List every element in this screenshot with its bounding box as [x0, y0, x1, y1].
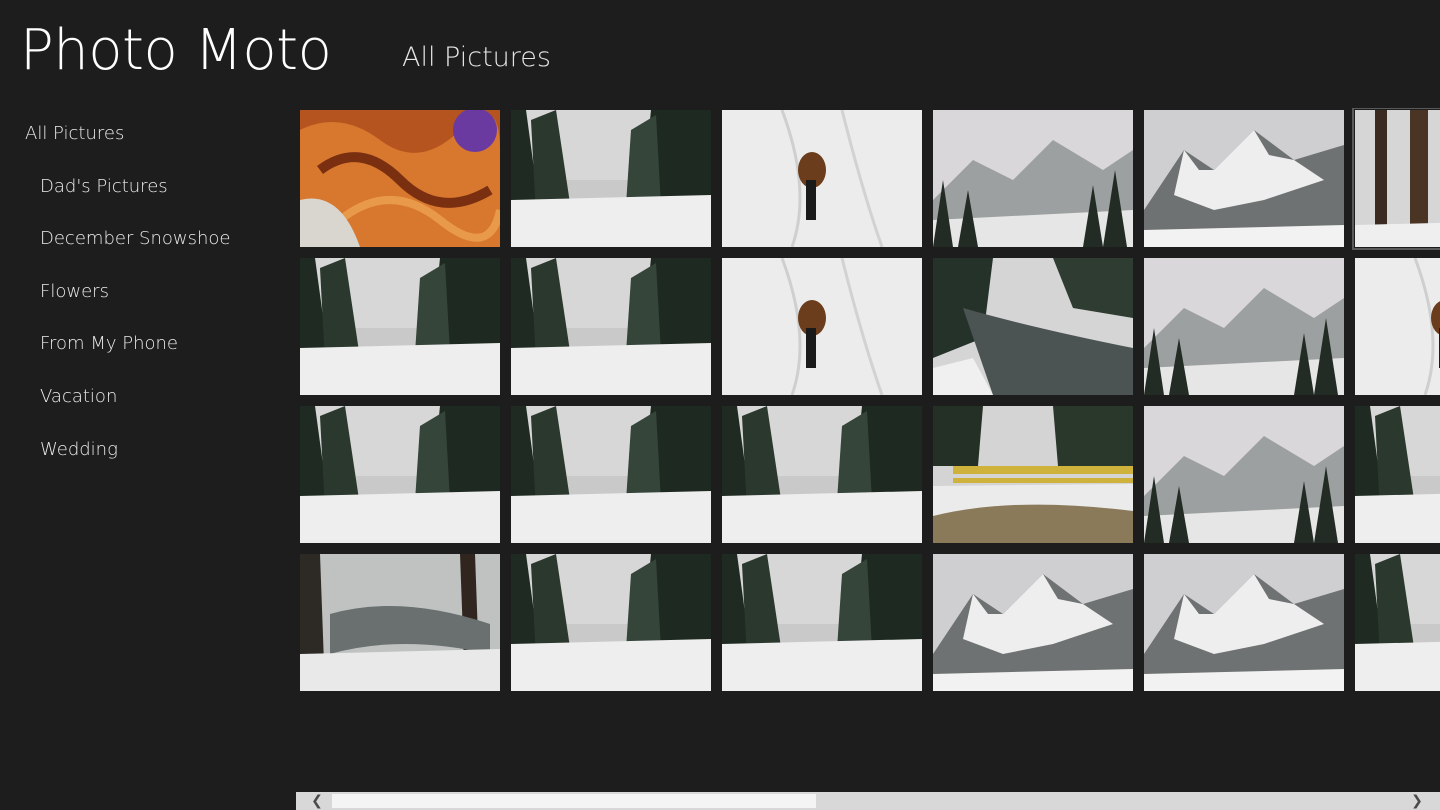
- chevron-left-icon[interactable]: ❮: [302, 792, 332, 810]
- photo-thumbnail[interactable]: [933, 258, 1133, 395]
- photo-thumbnail[interactable]: [1355, 258, 1440, 395]
- photo-thumbnail[interactable]: [933, 406, 1133, 543]
- photo-thumbnail[interactable]: [722, 110, 922, 247]
- sidebar: All Pictures Dad's Pictures December Sno…: [0, 108, 280, 528]
- photo-thumbnail[interactable]: [300, 554, 500, 691]
- app-window: Photo Moto All Pictures All Pictures Dad…: [0, 0, 1440, 810]
- page-title: All Pictures: [402, 42, 551, 73]
- photo-thumbnail[interactable]: [300, 406, 500, 543]
- photo-thumbnail[interactable]: [933, 110, 1133, 247]
- photo-thumbnail[interactable]: [933, 554, 1133, 691]
- sidebar-item-from-my-phone[interactable]: From My Phone: [0, 324, 300, 364]
- photo-thumbnail[interactable]: [1352, 108, 1440, 250]
- photo-thumbnail[interactable]: [300, 258, 500, 395]
- photo-thumbnail[interactable]: [1355, 406, 1440, 543]
- photo-thumbnail[interactable]: [511, 554, 711, 691]
- photo-thumbnail[interactable]: [511, 406, 711, 543]
- sidebar-item-december-snowshoe[interactable]: December Snowshoe: [0, 219, 300, 259]
- photo-thumbnail[interactable]: [722, 554, 922, 691]
- scrollbar-thumb[interactable]: [332, 794, 816, 808]
- photo-thumbnail[interactable]: [1144, 406, 1344, 543]
- sidebar-item-flowers[interactable]: Flowers: [0, 272, 300, 312]
- horizontal-scrollbar[interactable]: ❮ ❯: [296, 792, 1440, 810]
- photo-thumbnail[interactable]: [511, 258, 711, 395]
- photo-thumbnail[interactable]: [1355, 554, 1440, 691]
- photo-thumbnail[interactable]: [722, 406, 922, 543]
- photo-thumbnail[interactable]: [1144, 554, 1344, 691]
- sidebar-item-vacation[interactable]: Vacation: [0, 377, 300, 417]
- photo-thumbnail[interactable]: [300, 110, 500, 247]
- sidebar-item-all-pictures[interactable]: All Pictures: [0, 114, 285, 154]
- photo-thumbnail[interactable]: [511, 110, 711, 247]
- photo-thumbnail[interactable]: [1144, 258, 1344, 395]
- sidebar-item-wedding[interactable]: Wedding: [0, 430, 300, 470]
- app-title: Photo Moto: [20, 18, 332, 83]
- sidebar-item-dads-pictures[interactable]: Dad's Pictures: [0, 167, 300, 207]
- photo-thumbnail[interactable]: [1144, 110, 1344, 247]
- photo-grid[interactable]: [298, 108, 1440, 692]
- photo-thumbnail[interactable]: [722, 258, 922, 395]
- chevron-right-icon[interactable]: ❯: [1402, 792, 1432, 810]
